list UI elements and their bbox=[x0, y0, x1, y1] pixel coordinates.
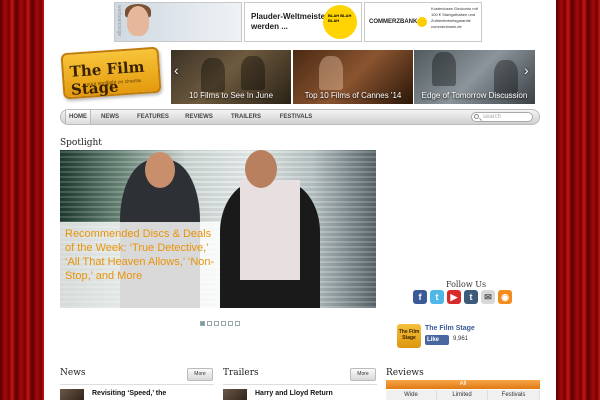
email-icon[interactable]: ✉ bbox=[481, 290, 495, 304]
featured-figure bbox=[201, 58, 225, 92]
trailers-title: Trailers bbox=[223, 368, 259, 378]
ad-face bbox=[127, 6, 149, 36]
spotlight-title: Spotlight bbox=[60, 138, 102, 148]
search-placeholder: search bbox=[483, 114, 502, 120]
reviews-tab-wide[interactable]: Wide bbox=[386, 390, 437, 400]
site-logo[interactable]: The Film Stage your spotlight on cinema bbox=[60, 46, 162, 100]
follow-us-title: Follow Us bbox=[446, 280, 487, 289]
ad-text: Plauder-Weltmeister werden ... bbox=[251, 12, 328, 32]
ad-text-line2: werden ... bbox=[251, 22, 288, 31]
ad-label: werbeanzeige bbox=[116, 5, 122, 37]
featured-caption: Edge of Tomorrow Discussion bbox=[421, 91, 528, 100]
carousel-next-icon[interactable]: › bbox=[524, 62, 529, 78]
facebook-icon[interactable]: f bbox=[413, 290, 427, 304]
news-item-thumbnail[interactable] bbox=[60, 389, 84, 400]
slide-pagination bbox=[200, 313, 242, 326]
fb-like-label: Like bbox=[427, 337, 440, 343]
youtube-icon[interactable]: ▶ bbox=[447, 290, 461, 304]
featured-item-3[interactable]: Edge of Tomorrow Discussion bbox=[414, 50, 535, 104]
main-nav: HOME NEWS FEATURES REVIEWS TRAILERS FEST… bbox=[60, 109, 540, 125]
nav-features[interactable]: FEATURES bbox=[133, 110, 173, 124]
nav-reviews[interactable]: REVIEWS bbox=[181, 110, 217, 124]
spotlight-caption[interactable]: Recommended Discs & Deals of the Week: ‘… bbox=[65, 227, 219, 283]
divider bbox=[223, 384, 377, 385]
nav-news[interactable]: NEWS bbox=[97, 110, 123, 124]
fb-page-name[interactable]: The Film Stage bbox=[425, 325, 475, 332]
page-container: werbeanzeige Plauder-Weltmeister werden … bbox=[44, 0, 556, 400]
trailer-item-title[interactable]: Harry and Lloyd Return bbox=[255, 390, 333, 397]
right-curtain bbox=[556, 0, 600, 400]
featured-figure bbox=[494, 60, 518, 94]
featured-figure bbox=[319, 56, 343, 90]
search-icon bbox=[474, 114, 479, 119]
slide-dot[interactable] bbox=[214, 321, 219, 326]
slide-dot[interactable] bbox=[207, 321, 212, 326]
logo-title: The Film Stage bbox=[69, 57, 146, 99]
ad-badge-text: BLAH BLAH BLAH bbox=[328, 13, 352, 23]
twitter-icon[interactable]: t bbox=[430, 290, 444, 304]
reviews-title: Reviews bbox=[386, 368, 424, 378]
news-title: News bbox=[60, 368, 86, 378]
trailers-more-button[interactable]: More bbox=[350, 368, 376, 381]
rss-icon[interactable]: ◉ bbox=[498, 290, 512, 304]
ad-banner-2[interactable]: Plauder-Weltmeister werden ... BLAH BLAH… bbox=[244, 2, 362, 42]
search-input[interactable]: search bbox=[471, 112, 533, 122]
fb-like-count: 9,961 bbox=[453, 336, 469, 342]
spotlight-head-2 bbox=[245, 150, 277, 188]
reviews-tab-all[interactable]: All bbox=[386, 380, 540, 389]
ad-banner-1[interactable]: werbeanzeige bbox=[114, 2, 242, 42]
bank-sun-icon bbox=[417, 17, 427, 27]
nav-festivals[interactable]: FESTIVALS bbox=[275, 110, 317, 124]
featured-item-2[interactable]: Top 10 Films of Cannes '14 bbox=[293, 50, 413, 104]
ad-text-line1: Plauder-Weltmeister bbox=[251, 12, 329, 21]
reviews-tab-limited[interactable]: Limited bbox=[437, 390, 488, 400]
nav-trailers[interactable]: TRAILERS bbox=[227, 110, 265, 124]
spotlight-slide[interactable]: Recommended Discs & Deals of the Week: ‘… bbox=[60, 150, 376, 308]
ad-small-text: Kostenloses Girokonto mit 100 € Startgut… bbox=[431, 6, 478, 29]
tumblr-icon[interactable]: t bbox=[464, 290, 478, 304]
divider bbox=[60, 384, 214, 385]
featured-caption: 10 Films to See In June bbox=[188, 91, 274, 100]
ad-bank-logo: COMMERZBANK bbox=[369, 19, 418, 25]
news-item-title[interactable]: Revisiting ‘Speed,’ the bbox=[92, 390, 166, 397]
left-curtain bbox=[0, 0, 44, 400]
featured-item-1[interactable]: 10 Films to See In June bbox=[171, 50, 291, 104]
fb-page-logo[interactable]: The Film Stage bbox=[397, 324, 421, 348]
slide-dot[interactable] bbox=[200, 321, 205, 326]
news-more-button[interactable]: More bbox=[187, 368, 213, 381]
ad-banner-3[interactable]: COMMERZBANK Kostenloses Girokonto mit 10… bbox=[364, 2, 482, 42]
nav-home[interactable]: HOME bbox=[65, 110, 91, 124]
featured-caption: Top 10 Films of Cannes '14 bbox=[304, 91, 402, 100]
slide-dot[interactable] bbox=[235, 321, 240, 326]
slide-dot[interactable] bbox=[221, 321, 226, 326]
ad-badge: BLAH BLAH BLAH bbox=[323, 5, 357, 39]
fb-like-button[interactable]: Like bbox=[425, 335, 449, 345]
spotlight-head-1 bbox=[145, 152, 175, 188]
featured-figure bbox=[432, 52, 456, 86]
featured-figure bbox=[241, 56, 265, 90]
trailer-item-thumbnail[interactable] bbox=[223, 389, 247, 400]
slide-dot[interactable] bbox=[228, 321, 233, 326]
spotlight-shirt bbox=[240, 180, 300, 280]
ad-strip: werbeanzeige Plauder-Weltmeister werden … bbox=[114, 0, 526, 44]
carousel-prev-icon[interactable]: ‹ bbox=[174, 62, 179, 78]
reviews-tab-festivals[interactable]: Festivals bbox=[488, 390, 540, 400]
